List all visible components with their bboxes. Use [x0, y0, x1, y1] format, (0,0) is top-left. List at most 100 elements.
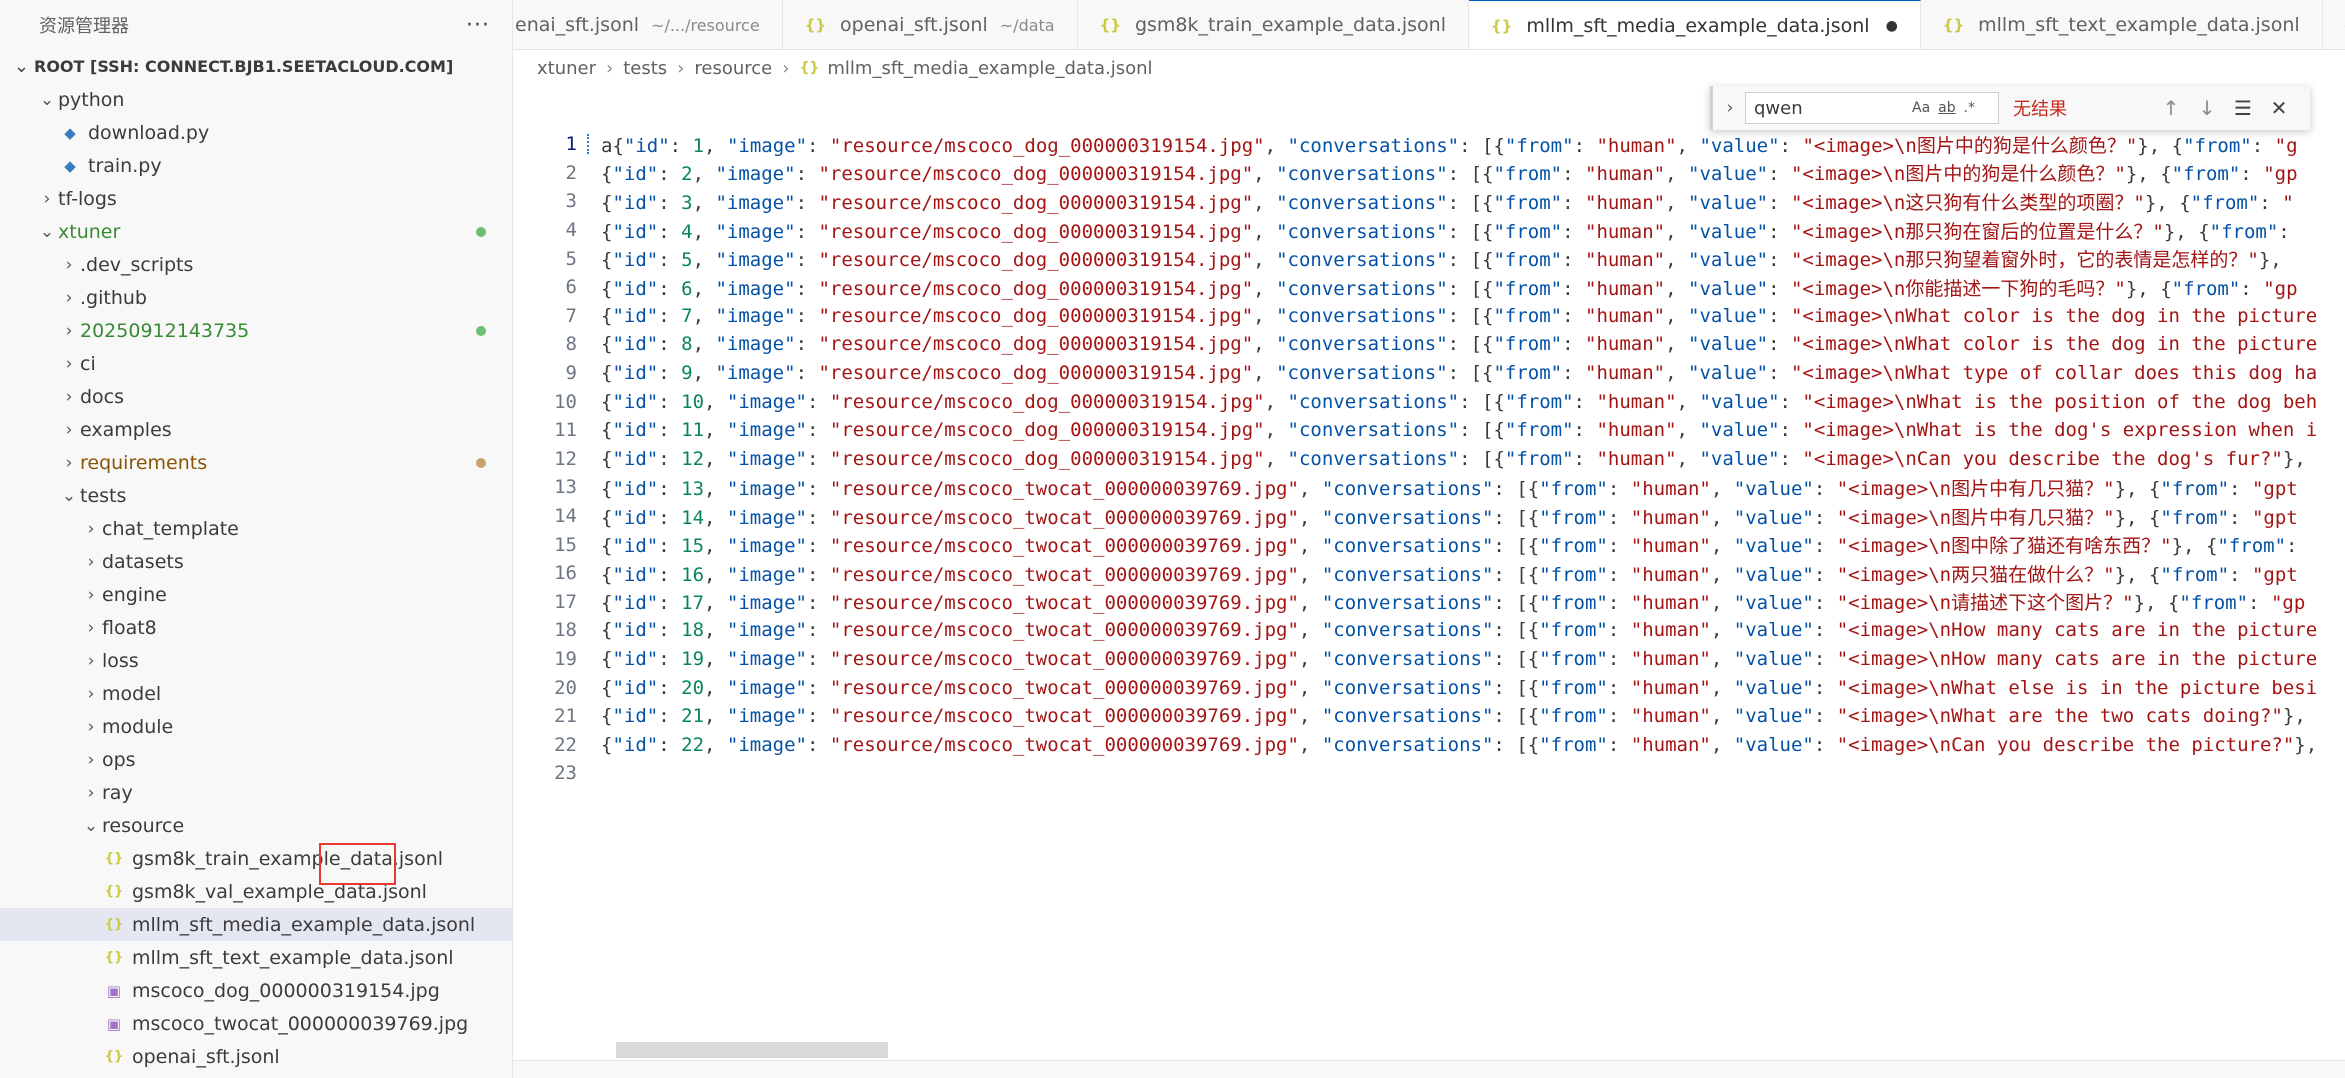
tree-file[interactable]: ▣ mscoco_dog_000000319154.jpg: [0, 974, 512, 1007]
horizontal-scrollbar[interactable]: [616, 1042, 888, 1058]
tree-file[interactable]: ◆ download.py: [0, 116, 512, 149]
close-icon[interactable]: ✕: [2261, 96, 2297, 120]
code-line[interactable]: 7 {"id": 7, "image": "resource/mscoco_dog…: [513, 302, 2345, 331]
unsaved-dot-icon[interactable]: ●: [1886, 18, 1898, 34]
breadcrumb-item[interactable]: mllm_sft_media_example_data.jsonl: [827, 58, 1152, 79]
tree-folder[interactable]: › module: [0, 710, 512, 743]
line-number: 13: [554, 476, 577, 499]
code-line[interactable]: 3 {"id": 3, "image": "resource/mscoco_dog…: [513, 187, 2345, 216]
line-number: 6: [565, 276, 577, 299]
code-line[interactable]: 21 {"id": 21, "image": "resource/mscoco_t…: [513, 702, 2345, 731]
json-icon: {}: [1491, 16, 1513, 35]
tree-file[interactable]: ◆ train.py: [0, 149, 512, 182]
editor-tab[interactable]: ◆download.py: [2323, 0, 2345, 49]
match-case-icon[interactable]: Aa: [1912, 100, 1930, 116]
code-line[interactable]: 18 {"id": 18, "image": "resource/mscoco_t…: [513, 616, 2345, 645]
workspace-root[interactable]: ⌄ ROOT [SSH: CONNECT.BJB1.SEETACLOUD.COM…: [0, 50, 512, 83]
find-in-selection-icon[interactable]: ☰: [2225, 96, 2261, 120]
breadcrumb-item[interactable]: resource: [694, 58, 772, 79]
code-line[interactable]: 20 {"id": 20, "image": "resource/mscoco_t…: [513, 673, 2345, 702]
line-number: 17: [554, 590, 577, 613]
tree-folder[interactable]: › datasets: [0, 545, 512, 578]
arrow-down-icon[interactable]: ↓: [2189, 96, 2225, 120]
toggle-replace-chevron-icon[interactable]: ›: [1717, 98, 1743, 118]
tree-item-label: module: [102, 715, 174, 738]
editor-tab[interactable]: enai_sft.jsonl ~/.../resource: [513, 0, 783, 49]
code-line[interactable]: 11 {"id": 11, "image": "resource/mscoco_d…: [513, 416, 2345, 445]
tree-folder[interactable]: › ci: [0, 347, 512, 380]
code-editor[interactable]: 1 a{"id": 1, "image": "resource/mscoco_do…: [513, 130, 2345, 1060]
tree-file[interactable]: {} mllm_sft_media_example_data.jsonl: [0, 908, 512, 941]
code-line[interactable]: 13 {"id": 13, "image": "resource/mscoco_t…: [513, 473, 2345, 502]
tree-folder[interactable]: › examples: [0, 413, 512, 446]
regex-icon[interactable]: .*: [1964, 100, 1975, 116]
explorer-sidebar: 资源管理器 ··· ⌄ ROOT [SSH: CONNECT.BJB1.SEET…: [0, 0, 513, 1078]
python-file-icon: ◆: [64, 123, 76, 142]
tree-file[interactable]: {} openai_sft.jsonl: [0, 1040, 512, 1073]
code-line[interactable]: 12 {"id": 12, "image": "resource/mscoco_d…: [513, 445, 2345, 474]
code-line[interactable]: 2 {"id": 2, "image": "resource/mscoco_dog…: [513, 159, 2345, 188]
tree-folder[interactable]: › .dev_scripts: [0, 248, 512, 281]
code-line[interactable]: 4 {"id": 4, "image": "resource/mscoco_dog…: [513, 216, 2345, 245]
editor-tab[interactable]: {} mllm_sft_text_example_data.jsonl: [1921, 0, 2323, 49]
tree-folder[interactable]: › model: [0, 677, 512, 710]
find-input[interactable]: [1754, 97, 1904, 119]
code-line[interactable]: 10 {"id": 10, "image": "resource/mscoco_d…: [513, 387, 2345, 416]
chevron-down-icon: ⌄: [39, 221, 55, 242]
tree-folder[interactable]: › requirements: [0, 446, 512, 479]
tree-folder[interactable]: ⌄ resource: [0, 809, 512, 842]
tree-folder[interactable]: › ray: [0, 776, 512, 809]
tree-folder[interactable]: › docs: [0, 380, 512, 413]
editor-tab[interactable]: {} mllm_sft_media_example_data.jsonl ●: [1469, 0, 1921, 49]
tree-folder[interactable]: › ops: [0, 743, 512, 776]
tree-folder[interactable]: ⌄ python: [0, 83, 512, 116]
tree-folder[interactable]: › tf-logs: [0, 182, 512, 215]
code-text: {"id": 14, "image": "resource/mscoco_two…: [601, 506, 2298, 529]
tree-folder[interactable]: › loss: [0, 644, 512, 677]
code-line[interactable]: 15 {"id": 15, "image": "resource/mscoco_t…: [513, 530, 2345, 559]
tree-file[interactable]: {} gsm8k_val_example_data.jsonl: [0, 875, 512, 908]
tree-item-label: tf-logs: [58, 187, 117, 210]
match-whole-word-icon[interactable]: ab: [1938, 100, 1955, 116]
tree-item-label: float8: [102, 616, 157, 639]
ellipsis-icon[interactable]: ···: [466, 13, 490, 38]
tree-folder[interactable]: › engine: [0, 578, 512, 611]
code-text: {"id": 6, "image": "resource/mscoco_dog_…: [601, 277, 2298, 300]
line-number: 1: [565, 133, 577, 156]
code-line[interactable]: 5 {"id": 5, "image": "resource/mscoco_dog…: [513, 244, 2345, 273]
code-line[interactable]: 19 {"id": 19, "image": "resource/mscoco_t…: [513, 645, 2345, 674]
code-text: {"id": 15, "image": "resource/mscoco_two…: [601, 535, 2298, 558]
tree-folder[interactable]: › .github: [0, 281, 512, 314]
code-text: {"id": 7, "image": "resource/mscoco_dog_…: [601, 304, 2318, 327]
code-line[interactable]: 6 {"id": 6, "image": "resource/mscoco_dog…: [513, 273, 2345, 302]
editor-tab[interactable]: {} gsm8k_train_example_data.jsonl: [1078, 0, 1469, 49]
code-line[interactable]: 1 a{"id": 1, "image": "resource/mscoco_do…: [513, 130, 2345, 159]
tree-item-label: 20250912143735: [80, 319, 250, 342]
tree-item-label: xtuner: [58, 220, 121, 243]
breadcrumb-item[interactable]: tests: [623, 58, 667, 79]
code-line[interactable]: 22 {"id": 22, "image": "resource/mscoco_t…: [513, 730, 2345, 759]
tree-file[interactable]: ▣ mscoco_twocat_000000039769.jpg: [0, 1007, 512, 1040]
code-line[interactable]: 16 {"id": 16, "image": "resource/mscoco_t…: [513, 559, 2345, 588]
code-line[interactable]: 17 {"id": 17, "image": "resource/mscoco_t…: [513, 588, 2345, 617]
tree-folder[interactable]: › float8: [0, 611, 512, 644]
arrow-up-icon[interactable]: ↑: [2153, 96, 2189, 120]
tree-folder[interactable]: › chat_template: [0, 512, 512, 545]
code-line[interactable]: 8 {"id": 8, "image": "resource/mscoco_dog…: [513, 330, 2345, 359]
chevron-right-icon: ›: [43, 188, 51, 209]
tree-item-label: chat_template: [102, 517, 239, 540]
tab-description: ~/data: [999, 15, 1055, 35]
tree-folder[interactable]: ⌄ xtuner: [0, 215, 512, 248]
find-input-box[interactable]: Aa ab .*: [1745, 92, 1999, 124]
line-number: 9: [565, 362, 577, 385]
code-line[interactable]: 23: [513, 759, 2345, 788]
editor-tab[interactable]: {} openai_sft.jsonl ~/data: [783, 0, 1078, 49]
code-text: {"id": 3, "image": "resource/mscoco_dog_…: [601, 191, 2294, 214]
tree-file[interactable]: {} mllm_sft_text_example_data.jsonl: [0, 941, 512, 974]
tree-file[interactable]: {} gsm8k_train_example_data.jsonl: [0, 842, 512, 875]
code-line[interactable]: 14 {"id": 14, "image": "resource/mscoco_t…: [513, 502, 2345, 531]
breadcrumb-item[interactable]: xtuner: [537, 58, 596, 79]
tree-folder[interactable]: › 20250912143735: [0, 314, 512, 347]
code-line[interactable]: 9 {"id": 9, "image": "resource/mscoco_dog…: [513, 359, 2345, 388]
tree-folder[interactable]: ⌄ tests: [0, 479, 512, 512]
